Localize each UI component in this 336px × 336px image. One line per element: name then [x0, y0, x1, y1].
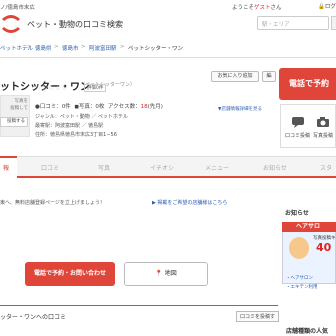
area-search-input[interactable]: 駅・エリア	[257, 16, 329, 30]
camera-post-icon[interactable]	[316, 116, 330, 128]
sidebar-news-heading: お知らせ	[285, 210, 309, 217]
review-post-button[interactable]: 口コミを投稿す	[236, 311, 280, 322]
registration-link[interactable]: ▶ 掲載をご希望の店舗様はこちら	[152, 199, 227, 206]
shop-address: 住所：徳島県徳島市末広3丁目1−56	[35, 132, 117, 138]
registration-notice: 東へ、無料店舗登録ページを立上げましょう！	[0, 200, 105, 206]
welcome-text: ようこそゲストさん	[232, 5, 282, 11]
map-pin-icon: 📍	[155, 270, 163, 277]
shop-stats: ●口コミ：0件 ◼写真：0枚 アクセス数：18(先月)	[35, 104, 163, 110]
breadcrumb-item[interactable]: 阿波富田駅	[89, 44, 117, 52]
review-count[interactable]: 口コミ：0件	[40, 104, 71, 110]
evaluation-count-badge: 評価0件	[84, 84, 107, 92]
photo-placeholder-text: 写真を 投稿して	[10, 99, 28, 111]
review-section-title: ッター・ワンへの口コミ	[0, 314, 67, 321]
breadcrumb-separator: >	[81, 44, 86, 50]
shop-nearest-station: 最寄駅：阿波富田駅 ／ 徳島駅	[35, 123, 104, 129]
header-region: ノ/徳島市末広	[0, 5, 35, 11]
breadcrumb-separator: >	[120, 44, 125, 50]
shop-info-detail-link[interactable]: ▼店舗情報詳細を見る	[218, 106, 262, 112]
search-button[interactable]	[331, 16, 336, 30]
tab-recommend[interactable]: イチオシ	[150, 163, 174, 172]
favorite-button[interactable]: お気に入り追加	[211, 71, 259, 82]
breadcrumb-separator: >	[27, 44, 32, 50]
tab-photos[interactable]: 写真	[98, 163, 110, 172]
rating-stars: ☆☆☆☆☆	[35, 84, 68, 92]
promo-banner-title: ヘアサロ	[282, 222, 336, 232]
login-link[interactable]: 🔒ログ	[318, 2, 336, 10]
tab-news[interactable]: お知らせ	[263, 163, 287, 172]
access-count: 18	[140, 104, 148, 110]
tab-menu[interactable]: メニュー	[205, 163, 229, 172]
edit-button[interactable]: 編	[262, 71, 276, 82]
tab-staff[interactable]: スタ	[320, 163, 332, 172]
breadcrumb-separator: >	[54, 44, 59, 50]
review-section-divider	[0, 305, 278, 306]
shop-genre: ジャンル：ペット・動物 ／ ペットホテル	[35, 114, 128, 120]
photo-post-button[interactable]: 投稿する	[0, 117, 28, 127]
sidebar-link-ekiten[interactable]: ・エキテン利用	[286, 284, 318, 290]
breadcrumb-item[interactable]: 徳島市	[62, 44, 79, 52]
map-button[interactable]: 📍 地図	[124, 262, 208, 286]
site-title: ペット・動物の口コミ検索	[27, 20, 123, 29]
breadcrumb-current: ペットシッター・ワン	[128, 46, 184, 52]
tel-reserve-button-top[interactable]: 電話で予約	[279, 68, 336, 100]
promo-character-image	[289, 237, 309, 259]
divider	[0, 57, 336, 58]
site-logo[interactable]	[0, 13, 22, 35]
popular-heading: 店舗種類の人気	[286, 328, 329, 335]
side-review-post[interactable]: 口コミ投稿	[285, 132, 310, 139]
sidebar-link-hairsalon[interactable]: ・ヘアサロン	[286, 275, 313, 281]
lock-icon: 🔒	[318, 4, 325, 10]
chat-icon[interactable]	[291, 116, 305, 128]
tab-shop-info-label: 報	[3, 165, 10, 172]
tel-inquiry-button[interactable]: 電話で予約・お問い合わせ	[25, 262, 115, 286]
breadcrumb-item[interactable]: 徳島県	[35, 44, 52, 52]
side-photo-post[interactable]: 写真投稿	[313, 132, 333, 139]
tab-reviews[interactable]: 口コミ	[41, 163, 59, 172]
photo-count[interactable]: 写真：0枚	[79, 104, 105, 110]
promo-banner-number: 40	[316, 241, 332, 254]
